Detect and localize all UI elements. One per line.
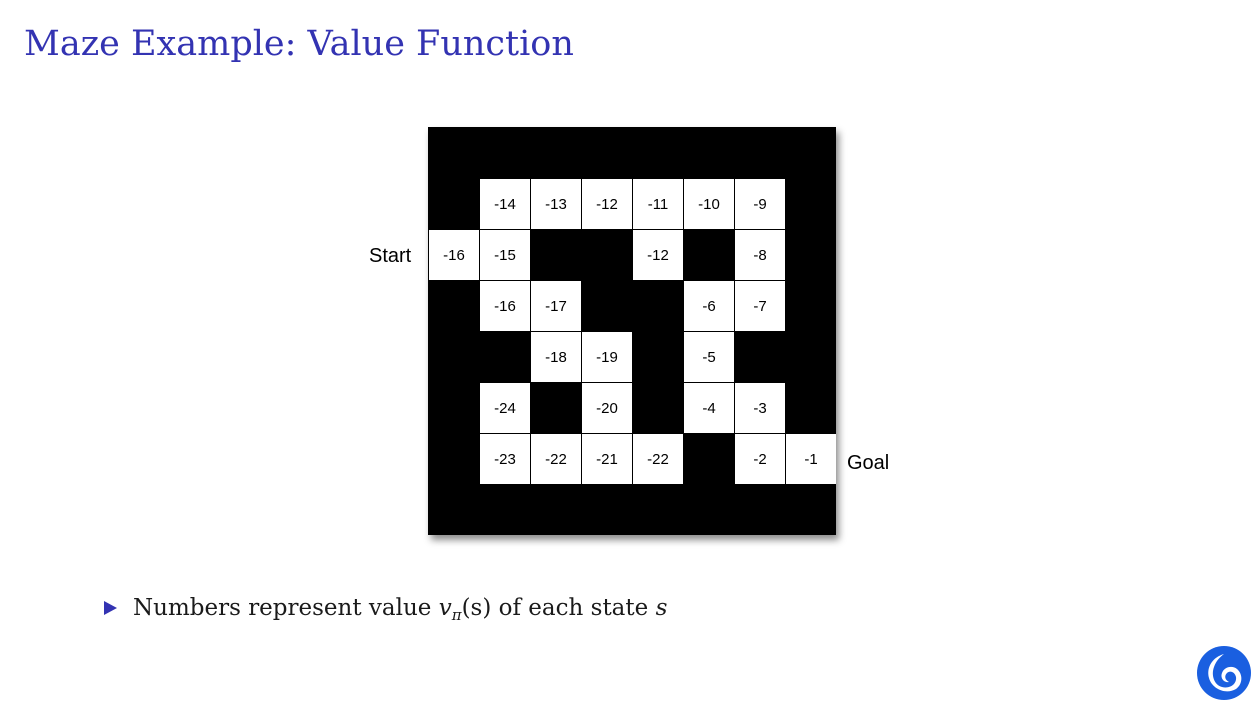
maze-cell: -1 [786,434,836,484]
maze-cell: -20 [582,383,632,433]
goal-label: Goal [847,452,890,474]
maze-cell: -16 [429,230,479,280]
maze-cell: -4 [684,383,734,433]
state-symbol: s [655,595,668,621]
maze-cell: -9 [735,179,785,229]
maze-cell: -12 [633,230,683,280]
maze-cell: -17 [531,281,581,331]
maze-cell: -22 [633,434,683,484]
maze-cell: -14 [480,179,530,229]
maze-cell: -23 [480,434,530,484]
maze-cell: -13 [531,179,581,229]
maze-cell: -19 [582,332,632,382]
maze-cell: -18 [531,332,581,382]
value-function-symbol: vπ(s) [438,595,492,624]
maze-cell: -7 [735,281,785,331]
slide-title: Maze Example: Value Function [24,24,574,64]
maze-cell: -3 [735,383,785,433]
bullet-item: Numbers represent value vπ(s) of each st… [104,592,667,624]
bullet-text-before: Numbers represent value [133,595,439,621]
maze-cell: -11 [633,179,683,229]
maze-cell: -8 [735,230,785,280]
maze-cell: -10 [684,179,734,229]
bullet-text: Numbers represent value vπ(s) of each st… [133,592,667,624]
maze-cell: -21 [582,434,632,484]
deepmind-logo-icon [1197,646,1251,700]
maze-cell: -6 [684,281,734,331]
maze-grid: -14 -13 -12 -11 -10 -9 -16 -15 -12 -8 -16 -17 -6 -7 -1… [428,127,836,535]
maze-cell: -2 [735,434,785,484]
maze-cell: -16 [480,281,530,331]
maze-cell: -24 [480,383,530,433]
triangle-right-icon [104,601,117,615]
maze-cell: -22 [531,434,581,484]
bullet-text-middle: of each state [491,595,656,621]
maze-cell: -15 [480,230,530,280]
start-label: Start [369,245,412,267]
maze-cell: -5 [684,332,734,382]
maze-cell: -12 [582,179,632,229]
